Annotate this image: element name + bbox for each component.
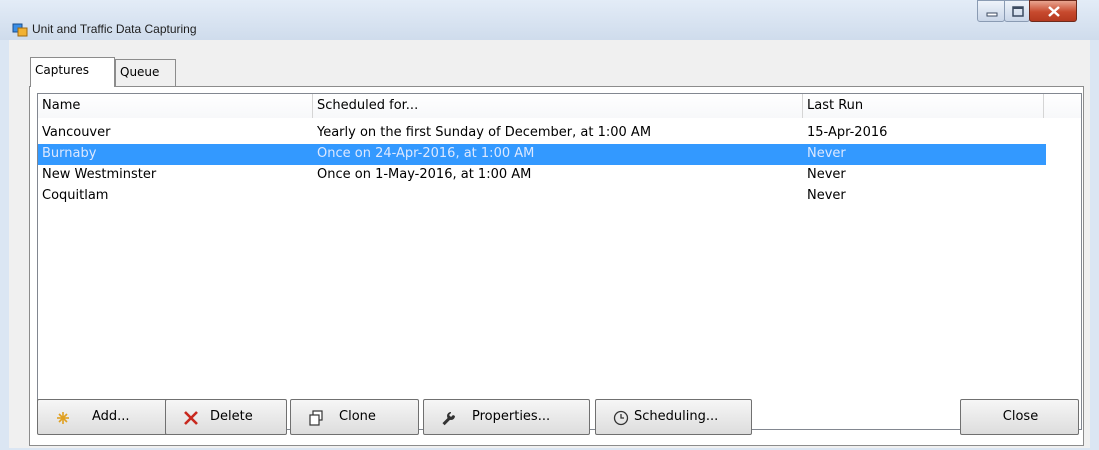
list-row-selected[interactable]: Burnaby Once on 24-Apr-2016, at 1:00 AM …	[38, 144, 1046, 165]
close-window-button[interactable]	[1029, 0, 1077, 22]
list-row[interactable]: New Westminster Once on 1-May-2016, at 1…	[38, 165, 1046, 186]
copy-icon	[309, 410, 323, 426]
list-row[interactable]: Coquitlam Never	[38, 186, 1046, 207]
maximize-icon	[1012, 6, 1024, 17]
app-window: Unit and Traffic Data Capturing Captures…	[0, 0, 1099, 450]
list-header: Name Scheduled for... Last Run	[38, 94, 1081, 118]
star-burst-icon	[57, 412, 69, 424]
wrench-icon	[442, 412, 455, 426]
captures-list[interactable]: Name Scheduled for... Last Run Vancouver…	[37, 93, 1082, 430]
column-header-scheduled[interactable]: Scheduled for...	[313, 94, 803, 118]
window-title: Unit and Traffic Data Capturing	[32, 22, 197, 36]
clock-icon	[613, 410, 629, 426]
scheduling-button[interactable]: Scheduling...	[595, 399, 752, 435]
properties-button-label: Properties...	[472, 409, 551, 424]
close-button[interactable]: Close	[960, 399, 1079, 435]
scheduling-button-label: Scheduling...	[634, 409, 719, 424]
title-bar[interactable]: Unit and Traffic Data Capturing	[0, 0, 1099, 40]
maximize-button[interactable]	[1004, 0, 1030, 22]
close-button-label: Close	[1002, 409, 1039, 424]
add-button-label: Add...	[92, 409, 130, 424]
row-name: Vancouver	[42, 125, 111, 140]
row-last-run: Never	[807, 167, 846, 182]
row-scheduled: Once on 24-Apr-2016, at 1:00 AM	[317, 146, 535, 161]
column-header-filler	[1044, 94, 1081, 118]
tab-captures[interactable]: Captures	[30, 57, 115, 87]
red-x-icon	[184, 411, 198, 425]
row-last-run: 15-Apr-2016	[807, 125, 888, 140]
row-last-run: Never	[807, 188, 846, 203]
clone-button-label: Clone	[339, 409, 376, 424]
row-name: Burnaby	[42, 146, 97, 161]
app-icon	[12, 23, 28, 37]
column-header-last-run[interactable]: Last Run	[803, 94, 1044, 118]
row-scheduled: Yearly on the first Sunday of December, …	[317, 125, 652, 140]
dialog-client-area: Captures Queue Name Scheduled for... Las…	[9, 40, 1090, 448]
tab-queue[interactable]: Queue	[115, 59, 176, 86]
delete-button[interactable]: Delete	[165, 399, 287, 435]
row-name: Coquitlam	[42, 188, 109, 203]
row-last-run: Never	[807, 146, 846, 161]
column-header-name[interactable]: Name	[38, 94, 313, 118]
list-row[interactable]: Vancouver Yearly on the first Sunday of …	[38, 123, 1046, 144]
row-scheduled: Once on 1-May-2016, at 1:00 AM	[317, 167, 532, 182]
minimize-icon	[986, 12, 998, 17]
minimize-button[interactable]	[977, 0, 1005, 22]
clone-button[interactable]: Clone	[290, 399, 419, 435]
row-name: New Westminster	[42, 167, 157, 182]
delete-button-label: Delete	[210, 409, 253, 424]
close-icon	[1048, 6, 1060, 17]
properties-button[interactable]: Properties...	[423, 399, 590, 435]
add-button[interactable]: Add...	[37, 399, 169, 435]
